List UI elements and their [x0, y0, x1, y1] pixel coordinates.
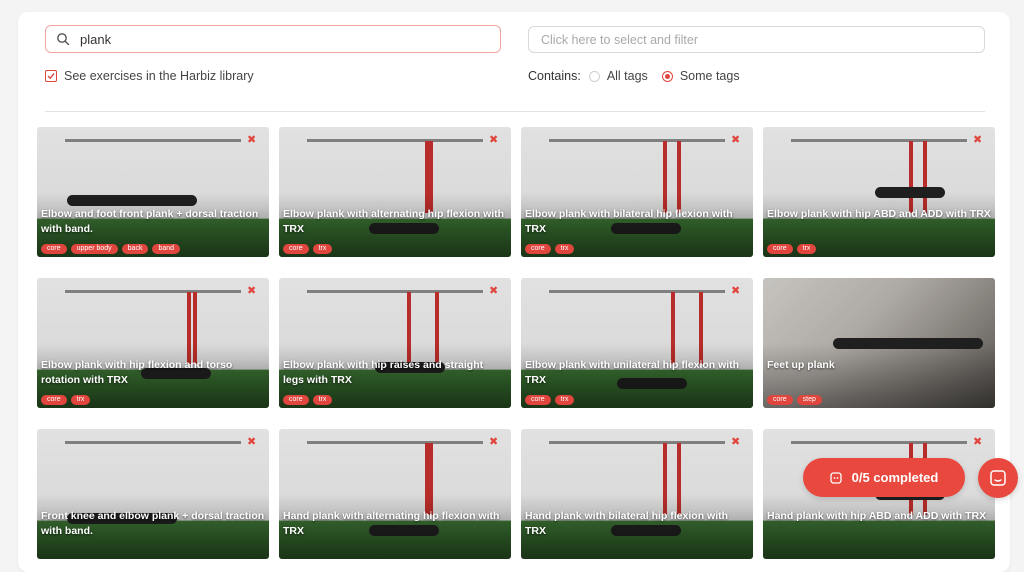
tag-badge: band [152, 244, 181, 254]
brand-logo-icon: ✖ [247, 436, 257, 448]
card-overlay [521, 429, 753, 559]
divider [45, 111, 985, 112]
brand-logo-icon: ✖ [731, 285, 741, 297]
tag-filter-placeholder: Click here to select and filter [541, 32, 699, 47]
check-icon [47, 73, 55, 80]
tag-badge: core [283, 244, 309, 254]
exercise-card[interactable]: ✖ Hand plank with alternating hip flexion… [279, 429, 511, 559]
radio-all-tags[interactable] [588, 70, 600, 82]
tag-badge: trx [70, 395, 91, 405]
card-overlay [37, 127, 269, 257]
exercise-title: Elbow plank with hip flexion and torso r… [41, 359, 233, 386]
exercise-title: Elbow plank with unilateral hip flexion … [525, 359, 740, 386]
tag-badge: trx [312, 395, 333, 405]
brand-logo-icon: ✖ [247, 134, 257, 146]
radio-some-tags[interactable] [661, 70, 673, 82]
exercise-title: Elbow and foot front plank + dorsal trac… [41, 208, 259, 235]
exercise-card[interactable]: ✖ Elbow and foot front plank + dorsal tra… [37, 127, 269, 257]
exercise-title: Hand plank with hip ABD and ADD with TRX [767, 510, 987, 522]
tag-badge: trx [796, 244, 817, 254]
brand-logo-icon: ✖ [973, 134, 983, 146]
library-toggle[interactable]: See exercises in the Harbiz library [45, 69, 254, 83]
tag-badge: core [41, 244, 67, 254]
exercise-tags: core step [767, 395, 822, 405]
exercise-tags: core trx [283, 395, 333, 405]
tag-badge: core [525, 395, 551, 405]
exercise-card[interactable]: ✖ Elbow plank with hip flexion and torso … [37, 278, 269, 408]
exercise-card[interactable]: ✖ Elbow plank with unilateral hip flexion… [521, 278, 753, 408]
exercise-title: Hand plank with alternating hip flexion … [283, 510, 500, 537]
brand-logo-icon: ✖ [731, 134, 741, 146]
card-overlay [279, 429, 511, 559]
progress-label: 0/5 completed [851, 470, 939, 485]
exercise-title: Hand plank with bilateral hip flexion wi… [525, 510, 729, 537]
exercise-title: Front knee and elbow plank + dorsal trac… [41, 510, 265, 537]
brand-logo-icon: ✖ [731, 436, 741, 448]
exercise-title: Elbow plank with alternating hip flexion… [283, 208, 505, 235]
radio-all-tags-label[interactable]: All tags [607, 69, 648, 83]
card-overlay [279, 278, 511, 408]
tag-badge: trx [554, 244, 575, 254]
search-input[interactable] [80, 31, 480, 47]
library-label: See exercises in the Harbiz library [64, 69, 254, 83]
exercise-title: Elbow plank with bilateral hip flexion w… [525, 208, 733, 235]
exercise-card[interactable]: ✖ Elbow plank with bilateral hip flexion … [521, 127, 753, 257]
tag-badge: core [767, 244, 793, 254]
tag-badge: core [41, 395, 67, 405]
radio-some-tags-label[interactable]: Some tags [680, 69, 740, 83]
contains-label: Contains: [528, 69, 581, 83]
brand-logo-icon: ✖ [489, 285, 499, 297]
search-icon [57, 33, 70, 46]
exercise-tags: core trx [525, 244, 575, 254]
chat-button[interactable] [978, 458, 1018, 498]
card-overlay [521, 127, 753, 257]
brand-logo-icon: ✖ [247, 285, 257, 297]
exercise-card[interactable]: Feet up plank core step [763, 278, 995, 408]
card-overlay [521, 278, 753, 408]
exercise-card[interactable]: ✖ Elbow plank with hip raises and straigh… [279, 278, 511, 408]
exercise-title: Elbow plank with hip raises and straight… [283, 359, 484, 386]
exercise-title: Elbow plank with hip ABD and ADD with TR… [767, 208, 991, 220]
library-checkbox[interactable] [45, 70, 57, 82]
card-overlay [37, 278, 269, 408]
tag-badge: core [767, 395, 793, 405]
tag-badge: trx [554, 395, 575, 405]
chat-icon [990, 470, 1006, 486]
exercise-tags: core trx [525, 395, 575, 405]
tag-filter-select[interactable]: Click here to select and filter [528, 26, 985, 53]
exercise-card[interactable]: ✖ Front knee and elbow plank + dorsal tra… [37, 429, 269, 559]
exercise-tags: core trx [283, 244, 333, 254]
search-box[interactable] [45, 25, 501, 53]
tag-badge: trx [312, 244, 333, 254]
tag-badge: upper body [70, 244, 118, 254]
exercise-tags: core upper body back band [41, 244, 181, 254]
exercise-tags: core trx [41, 395, 91, 405]
progress-button[interactable]: 0/5 completed [803, 458, 965, 497]
exercise-card[interactable]: ✖ Elbow plank with alternating hip flexio… [279, 127, 511, 257]
card-overlay [763, 278, 995, 408]
tag-badge: core [283, 395, 309, 405]
contains-filter: Contains: All tags Some tags [528, 69, 754, 83]
tag-badge: step [796, 395, 822, 405]
brand-logo-icon: ✖ [489, 134, 499, 146]
exercise-card[interactable]: ✖ Hand plank with bilateral hip flexion w… [521, 429, 753, 559]
brand-logo-icon: ✖ [973, 436, 983, 448]
tag-badge: back [121, 244, 149, 254]
brand-logo-icon: ✖ [489, 436, 499, 448]
checklist-icon [829, 471, 842, 484]
tag-badge: core [525, 244, 551, 254]
exercise-card[interactable]: ✖ Elbow plank with hip ABD and ADD with T… [763, 127, 995, 257]
exercise-tags: core trx [767, 244, 817, 254]
exercise-title: Feet up plank [767, 359, 835, 371]
card-overlay [37, 429, 269, 559]
card-overlay [279, 127, 511, 257]
card-overlay [763, 127, 995, 257]
